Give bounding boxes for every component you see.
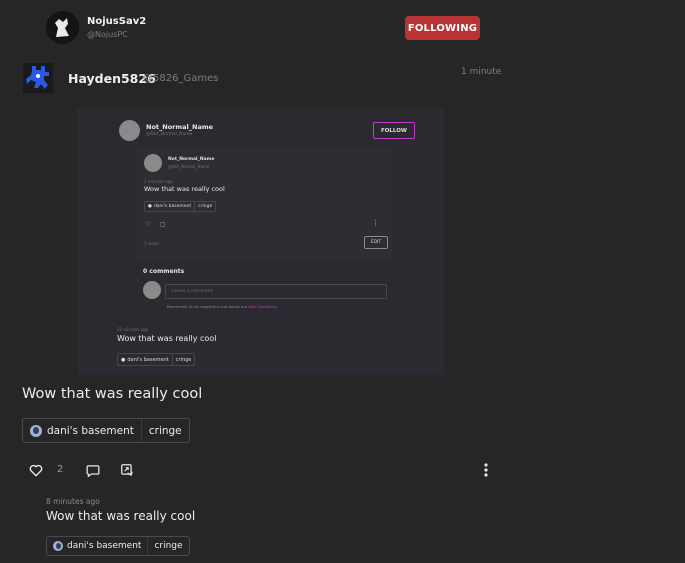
shot-quoted-tag-0: dani's basement xyxy=(127,356,169,363)
shot-quoted-body: Wow that was really cool xyxy=(117,334,217,343)
shot-inner-avatar xyxy=(144,154,162,172)
author-avatar[interactable] xyxy=(23,63,53,93)
tag-cringe[interactable]: cringe xyxy=(140,419,189,442)
tag-label: dani's basement xyxy=(47,424,134,437)
quoted-body[interactable]: Wow that was really cool xyxy=(46,509,195,523)
shot-inner-post: Not_Normal_Name @Not_Normal_Name 2 minut… xyxy=(137,148,393,260)
following-button[interactable]: FOLLOWING xyxy=(405,16,480,40)
shot-inner-tag-1: cringe xyxy=(194,202,215,211)
shot-comment-input: Leave a comment xyxy=(165,284,387,299)
shot-heart-icon: ♡ xyxy=(145,221,151,228)
shot-comment-icon: ▢ xyxy=(160,221,166,228)
comment-button[interactable] xyxy=(85,462,101,478)
top-user-name[interactable]: NojusSav2 xyxy=(87,16,146,27)
shot-views: 1 views xyxy=(144,241,160,246)
shot-avatar xyxy=(119,120,140,141)
community-icon xyxy=(30,424,42,437)
post-body: Wow that was really cool xyxy=(22,386,203,402)
shot-user-handle: @Not_Normal_Name xyxy=(146,132,193,137)
shot-inner-body: Wow that was really cool xyxy=(144,185,225,193)
more-options-button[interactable] xyxy=(479,461,493,479)
shot-edit-button: EDIT xyxy=(364,236,388,249)
tag-label: cringe xyxy=(148,424,182,437)
shot-user-name: Not_Normal_Name xyxy=(146,123,214,131)
quoted-tag-dani-basement[interactable]: dani's basement xyxy=(47,537,147,555)
shot-inner-name: Not_Normal_Name xyxy=(168,157,215,162)
tag-label: cringe xyxy=(154,541,183,551)
tag-dani-basement[interactable]: dani's basement xyxy=(23,419,141,442)
shot-quoted-tag-1: cringe xyxy=(171,354,195,365)
author-handle: @5826_Games xyxy=(143,73,219,84)
shot-reminder-text: Remember to be respectful and follow our xyxy=(167,304,248,309)
community-icon xyxy=(53,541,63,551)
shot-follow-button: FOLLOW xyxy=(373,122,415,139)
share-icon xyxy=(121,464,133,477)
post-image[interactable]: Not_Normal_Name @Not_Normal_Name FOLLOW … xyxy=(77,108,444,375)
quoted-tags: dani's basement cringe xyxy=(46,536,190,556)
like-button[interactable] xyxy=(28,462,44,478)
comment-icon xyxy=(86,464,100,477)
shot-inner-tags: ● dani's basement cringe xyxy=(144,201,217,212)
shot-guidelines-link: Site Guidelines xyxy=(248,304,277,309)
top-user-handle: @NojusPC xyxy=(87,30,128,39)
like-count: 2 xyxy=(57,464,64,475)
shot-comment-avatar xyxy=(143,281,161,299)
shot-comments-heading: 0 comments xyxy=(143,268,185,275)
shot-comment-placeholder: Leave a comment xyxy=(172,289,213,294)
shot-quoted-time: 22 minutes ago xyxy=(117,327,149,332)
post-time: 1 minute xyxy=(461,67,502,77)
more-vertical-icon xyxy=(484,463,488,477)
quoted-time: 8 minutes ago xyxy=(46,497,100,506)
tag-label: dani's basement xyxy=(67,541,142,551)
shot-quoted-tags: ● dani's basement cringe xyxy=(117,353,196,366)
shot-inner-time: 2 minutes ago xyxy=(144,179,173,184)
post-tags: dani's basement cringe xyxy=(22,418,190,443)
shot-inner-handle: @Not_Normal_Name xyxy=(168,164,210,169)
shot-more-icon: ⋮ xyxy=(372,219,379,227)
author-avatar-icon xyxy=(23,63,53,93)
top-user-avatar[interactable] xyxy=(46,11,79,44)
quoted-tag-cringe[interactable]: cringe xyxy=(147,537,188,555)
share-button[interactable] xyxy=(119,462,135,478)
top-user-avatar-icon xyxy=(46,11,79,44)
shot-inner-tag-0: dani's basement xyxy=(153,204,192,209)
shot-reminder: Remember to be respectful and follow our… xyxy=(167,304,277,309)
heart-icon xyxy=(29,464,43,476)
